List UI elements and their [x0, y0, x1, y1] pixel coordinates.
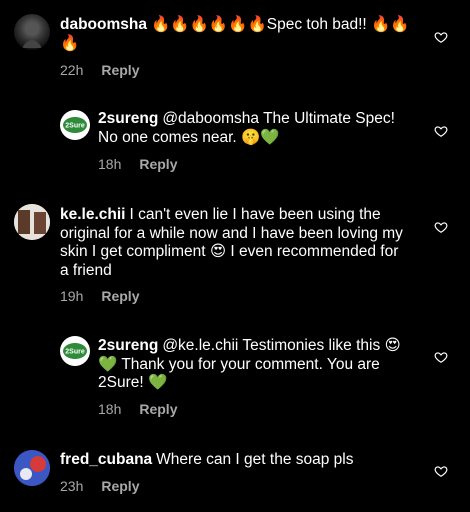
avatar-fred-cubana[interactable] — [14, 450, 50, 486]
comment-text: ke.le.chii I can't even lie I have been u… — [60, 206, 410, 280]
timestamp: 19h — [60, 288, 84, 304]
timestamp: 23h — [60, 478, 84, 494]
reply-button[interactable]: Reply — [101, 478, 139, 494]
reply-button[interactable]: Reply — [139, 156, 177, 172]
heart-outline-icon[interactable] — [434, 124, 448, 138]
reply-button[interactable]: Reply — [101, 288, 139, 304]
svg-text:2Sure: 2Sure — [65, 349, 85, 356]
timestamp: 18h — [98, 156, 122, 172]
heart-outline-icon[interactable] — [434, 220, 448, 234]
svg-text:2Sure: 2Sure — [65, 123, 85, 130]
avatar-daboomsha[interactable] — [14, 14, 50, 50]
username[interactable]: 2sureng — [98, 110, 158, 127]
timestamp: 18h — [98, 401, 122, 417]
comment-text: fred_cubana Where can I get the soap pls — [60, 451, 410, 470]
comment-meta: 18h Reply — [98, 156, 177, 172]
avatar-2sureng[interactable]: 2Sure — [60, 110, 90, 140]
comment-meta: 18h Reply — [98, 401, 177, 417]
avatar-ke-le-chii[interactable] — [14, 204, 50, 240]
comment-meta: 22h Reply — [60, 62, 139, 78]
comment-text: 2sureng @ke.le.chii Testimonies like this… — [98, 337, 408, 393]
reply-button[interactable]: Reply — [101, 62, 139, 78]
username[interactable]: 2sureng — [98, 337, 158, 354]
comment-message: Where can I get the soap pls — [156, 451, 354, 468]
comment-meta: 19h Reply — [60, 288, 139, 304]
comment-text: daboomsha 🔥🔥🔥🔥🔥🔥Spec toh bad!! 🔥🔥🔥 — [60, 16, 410, 53]
comment-meta: 23h Reply — [60, 478, 139, 494]
reply-button[interactable]: Reply — [139, 401, 177, 417]
avatar-2sureng[interactable]: 2Sure — [60, 336, 90, 366]
timestamp: 22h — [60, 62, 84, 78]
username[interactable]: daboomsha — [60, 16, 147, 33]
username[interactable]: ke.le.chii — [60, 206, 125, 223]
heart-outline-icon[interactable] — [434, 350, 448, 364]
comment-text: 2sureng @daboomsha The Ultimate Spec! No … — [98, 110, 398, 147]
username[interactable]: fred_cubana — [60, 451, 152, 468]
heart-outline-icon[interactable] — [434, 464, 448, 478]
heart-outline-icon[interactable] — [434, 30, 448, 44]
